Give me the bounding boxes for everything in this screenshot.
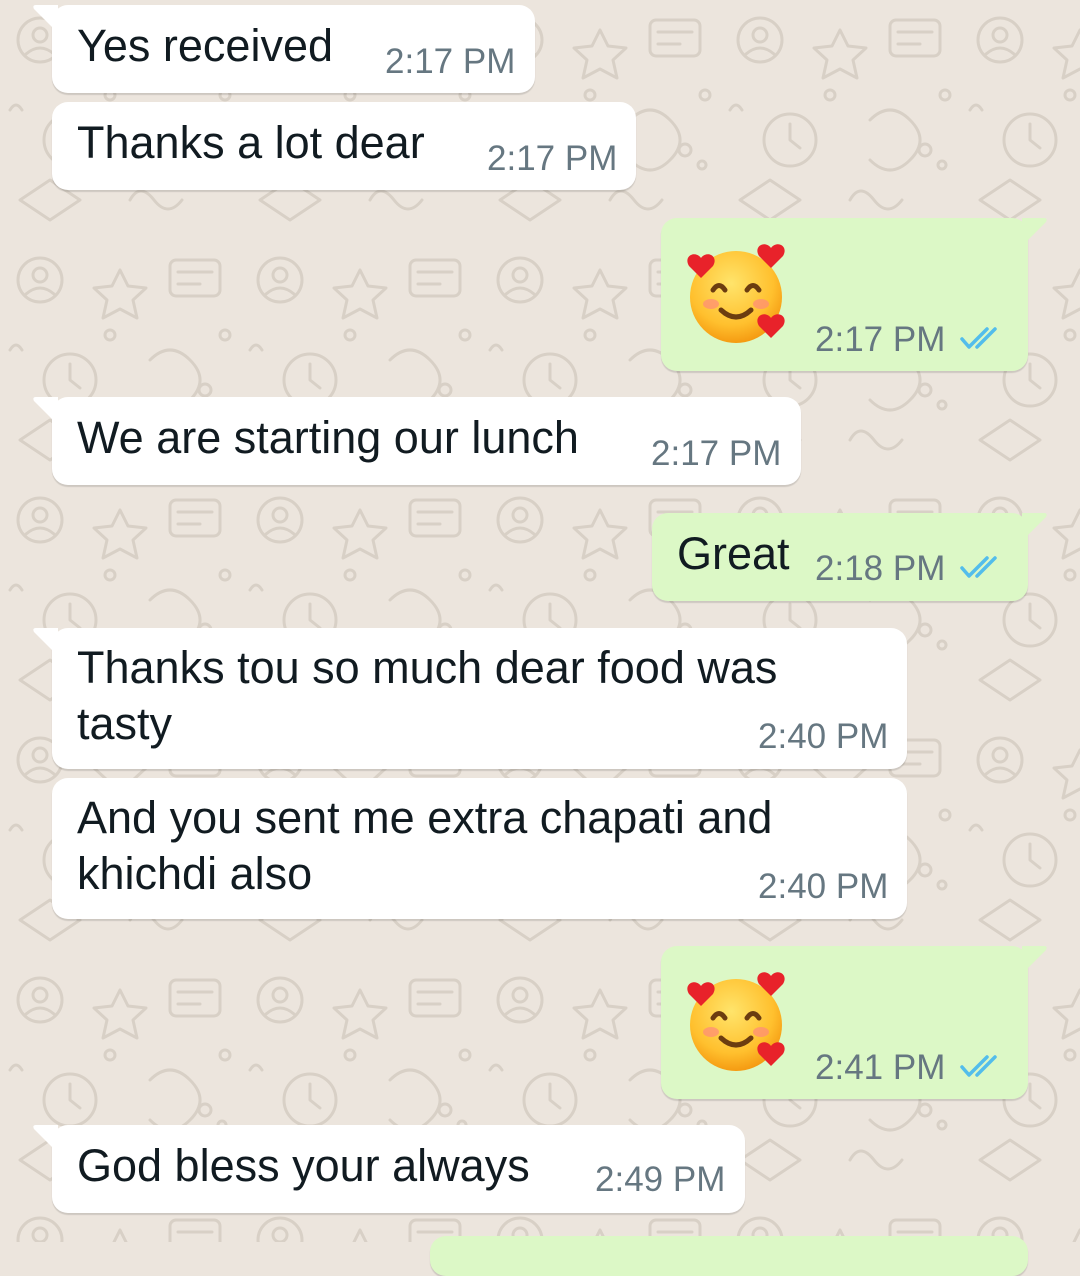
message-time: 2:49 PM <box>595 1160 726 1199</box>
bubble-tail <box>33 628 58 656</box>
message-text-line: And you sent me extra chapati and <box>77 792 773 843</box>
incoming-message[interactable]: Thanks tou so much dear food was tasty 2… <box>33 628 907 769</box>
message-text: Yes received <box>77 20 334 71</box>
double-check-icon <box>960 1055 997 1077</box>
message-text: We are starting our lunch <box>77 412 579 463</box>
outgoing-message[interactable]: 2:17 PM <box>661 218 1047 371</box>
incoming-message[interactable]: God bless your always 2:49 PM <box>33 1125 745 1213</box>
message-time: 2:40 PM <box>758 867 889 906</box>
incoming-message[interactable]: We are starting our lunch 2:17 PM <box>33 397 801 485</box>
message-text: God bless your always <box>77 1140 530 1191</box>
message-time: 2:41 PM <box>815 1048 946 1087</box>
message-text-line: tasty <box>77 698 173 749</box>
bubble-tail <box>1022 513 1047 541</box>
outgoing-message[interactable]: Great 2:18 PM <box>652 513 1047 601</box>
message-time: 2:17 PM <box>815 320 946 359</box>
outgoing-message[interactable]: 2:41 PM <box>661 946 1047 1099</box>
message-time: 2:17 PM <box>487 139 618 178</box>
double-check-icon <box>960 556 997 578</box>
outgoing-message-partial[interactable] <box>430 1236 1028 1276</box>
smiling-face-with-hearts-emoji <box>687 244 785 343</box>
message-time: 2:17 PM <box>385 42 516 81</box>
message-text-line: khichdi also <box>77 848 313 899</box>
message-text: Thanks a lot dear <box>77 117 425 168</box>
message-text: Great <box>677 528 790 579</box>
incoming-message[interactable]: Thanks a lot dear 2:17 PM <box>52 102 636 190</box>
incoming-message[interactable]: And you sent me extra chapati and khichd… <box>52 778 907 919</box>
message-time: 2:40 PM <box>758 717 889 756</box>
bubble-tail <box>1022 946 1047 974</box>
double-check-icon <box>960 327 997 349</box>
incoming-message[interactable]: Yes received 2:17 PM <box>33 5 535 93</box>
smiling-face-with-hearts-emoji <box>687 972 785 1071</box>
message-time: 2:17 PM <box>651 434 782 473</box>
bubble-tail <box>1022 218 1047 246</box>
bubble-tail <box>33 1125 58 1153</box>
message-time: 2:18 PM <box>815 549 946 588</box>
bubble-tail <box>33 5 58 33</box>
message-text-line: Thanks tou so much dear food was <box>77 642 778 693</box>
bubble-tail <box>33 397 58 425</box>
